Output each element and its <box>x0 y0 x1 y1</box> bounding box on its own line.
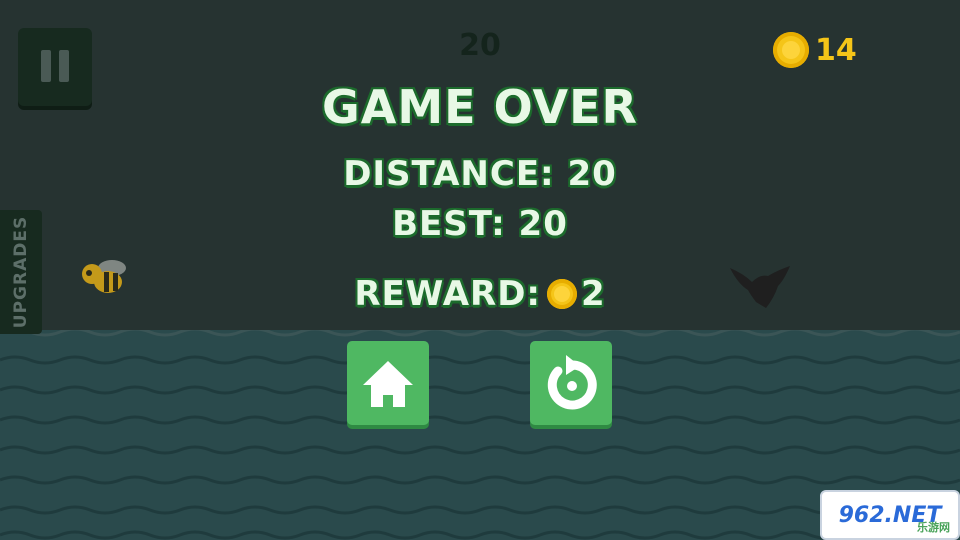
reward-value: 2 <box>581 274 606 314</box>
reward-label: REWARD: <box>354 274 542 314</box>
watermark-badge: 962.NET 乐游网 <box>820 490 960 540</box>
retry-icon <box>547 355 597 410</box>
reward-row: REWARD: 2 <box>0 274 960 314</box>
score-counter: 20 <box>459 28 501 63</box>
reward-coin-icon <box>547 279 578 309</box>
coin-count: 14 <box>815 32 857 68</box>
home-icon <box>363 361 413 407</box>
coin-total: 14 <box>773 32 857 68</box>
best-text: BEST: 20 <box>392 204 568 244</box>
watermark-sub: 乐游网 <box>917 521 950 534</box>
game-over-title: GAME OVER <box>322 80 638 134</box>
home-button[interactable] <box>347 341 429 425</box>
game-screen: UPGRADES 20 14 GAME OVER DISTANCE: 20 BE… <box>0 0 960 540</box>
distance-text: DISTANCE: 20 <box>343 154 617 194</box>
water-background <box>0 330 960 540</box>
coin-icon <box>773 32 809 68</box>
retry-button[interactable] <box>530 341 612 425</box>
